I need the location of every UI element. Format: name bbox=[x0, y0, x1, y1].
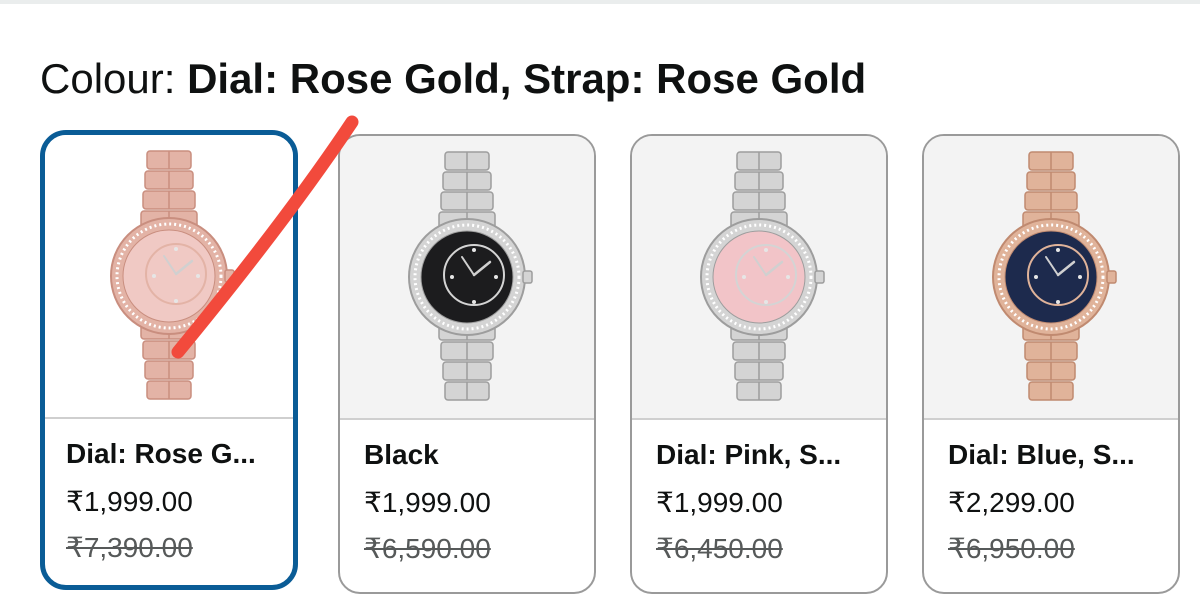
watch-crown bbox=[224, 269, 235, 283]
watch-image bbox=[45, 135, 293, 419]
top-divider bbox=[0, 0, 1200, 4]
option-mrp: ₹7,390.00 bbox=[66, 532, 193, 563]
selected-colour-value: Dial: Rose Gold, Strap: Rose Gold bbox=[187, 55, 867, 102]
option-price: ₹2,299.00 bbox=[948, 487, 1075, 518]
watch-marker bbox=[450, 275, 454, 279]
colour-option-black[interactable]: Black ₹1,999.00 ₹6,590.00 bbox=[338, 134, 596, 594]
watch-marker bbox=[742, 275, 746, 279]
option-price: ₹1,999.00 bbox=[364, 487, 491, 518]
colour-swatch-list: Dial: Rose G... ₹1,999.00 ₹7,390.00 Blac… bbox=[40, 130, 1200, 594]
watch-crown bbox=[814, 270, 825, 284]
watch-marker bbox=[472, 300, 476, 304]
option-label: Dial: Rose G... bbox=[66, 438, 256, 469]
watch-crown bbox=[1106, 270, 1117, 284]
watch-black-icon bbox=[408, 151, 533, 401]
watch-image bbox=[924, 136, 1178, 420]
watch-dial bbox=[420, 230, 514, 324]
option-label: Dial: Blue, S... bbox=[948, 439, 1135, 470]
watch-pink-icon bbox=[700, 151, 825, 401]
watch-marker bbox=[764, 248, 768, 252]
watch-dial bbox=[712, 230, 806, 324]
watch-image bbox=[340, 136, 594, 420]
watch-marker bbox=[1056, 300, 1060, 304]
watch-marker bbox=[152, 274, 156, 278]
watch-marker bbox=[196, 274, 200, 278]
option-label: Dial: Pink, S... bbox=[656, 439, 842, 470]
colour-option-pink[interactable]: Dial: Pink, S... ₹1,999.00 ₹6,450.00 bbox=[630, 134, 888, 594]
colour-option-rose-gold[interactable]: Dial: Rose G... ₹1,999.00 ₹7,390.00 bbox=[40, 130, 298, 590]
watch-dial bbox=[122, 229, 216, 323]
option-label: Black bbox=[364, 439, 439, 470]
watch-crown bbox=[522, 270, 533, 284]
watch-blue-icon bbox=[992, 151, 1117, 401]
watch-marker bbox=[494, 275, 498, 279]
watch-marker bbox=[472, 248, 476, 252]
colour-option-blue[interactable]: Dial: Blue, S... ₹2,299.00 ₹6,950.00 bbox=[922, 134, 1180, 594]
option-mrp: ₹6,450.00 bbox=[656, 533, 783, 564]
watch-marker bbox=[1078, 275, 1082, 279]
watch-marker bbox=[1034, 275, 1038, 279]
colour-label: Colour: bbox=[40, 55, 188, 102]
watch-rose-gold-icon bbox=[110, 150, 235, 400]
watch-marker bbox=[786, 275, 790, 279]
option-mrp: ₹6,950.00 bbox=[948, 533, 1075, 564]
option-mrp: ₹6,590.00 bbox=[364, 533, 491, 564]
watch-marker bbox=[174, 247, 178, 251]
watch-marker bbox=[1056, 248, 1060, 252]
option-price: ₹1,999.00 bbox=[656, 487, 783, 518]
option-price: ₹1,999.00 bbox=[66, 486, 193, 517]
watch-dial bbox=[1004, 230, 1098, 324]
watch-marker bbox=[764, 300, 768, 304]
colour-heading: Colour: Dial: Rose Gold, Strap: Rose Gol… bbox=[40, 54, 866, 104]
watch-image bbox=[632, 136, 886, 420]
watch-marker bbox=[174, 299, 178, 303]
